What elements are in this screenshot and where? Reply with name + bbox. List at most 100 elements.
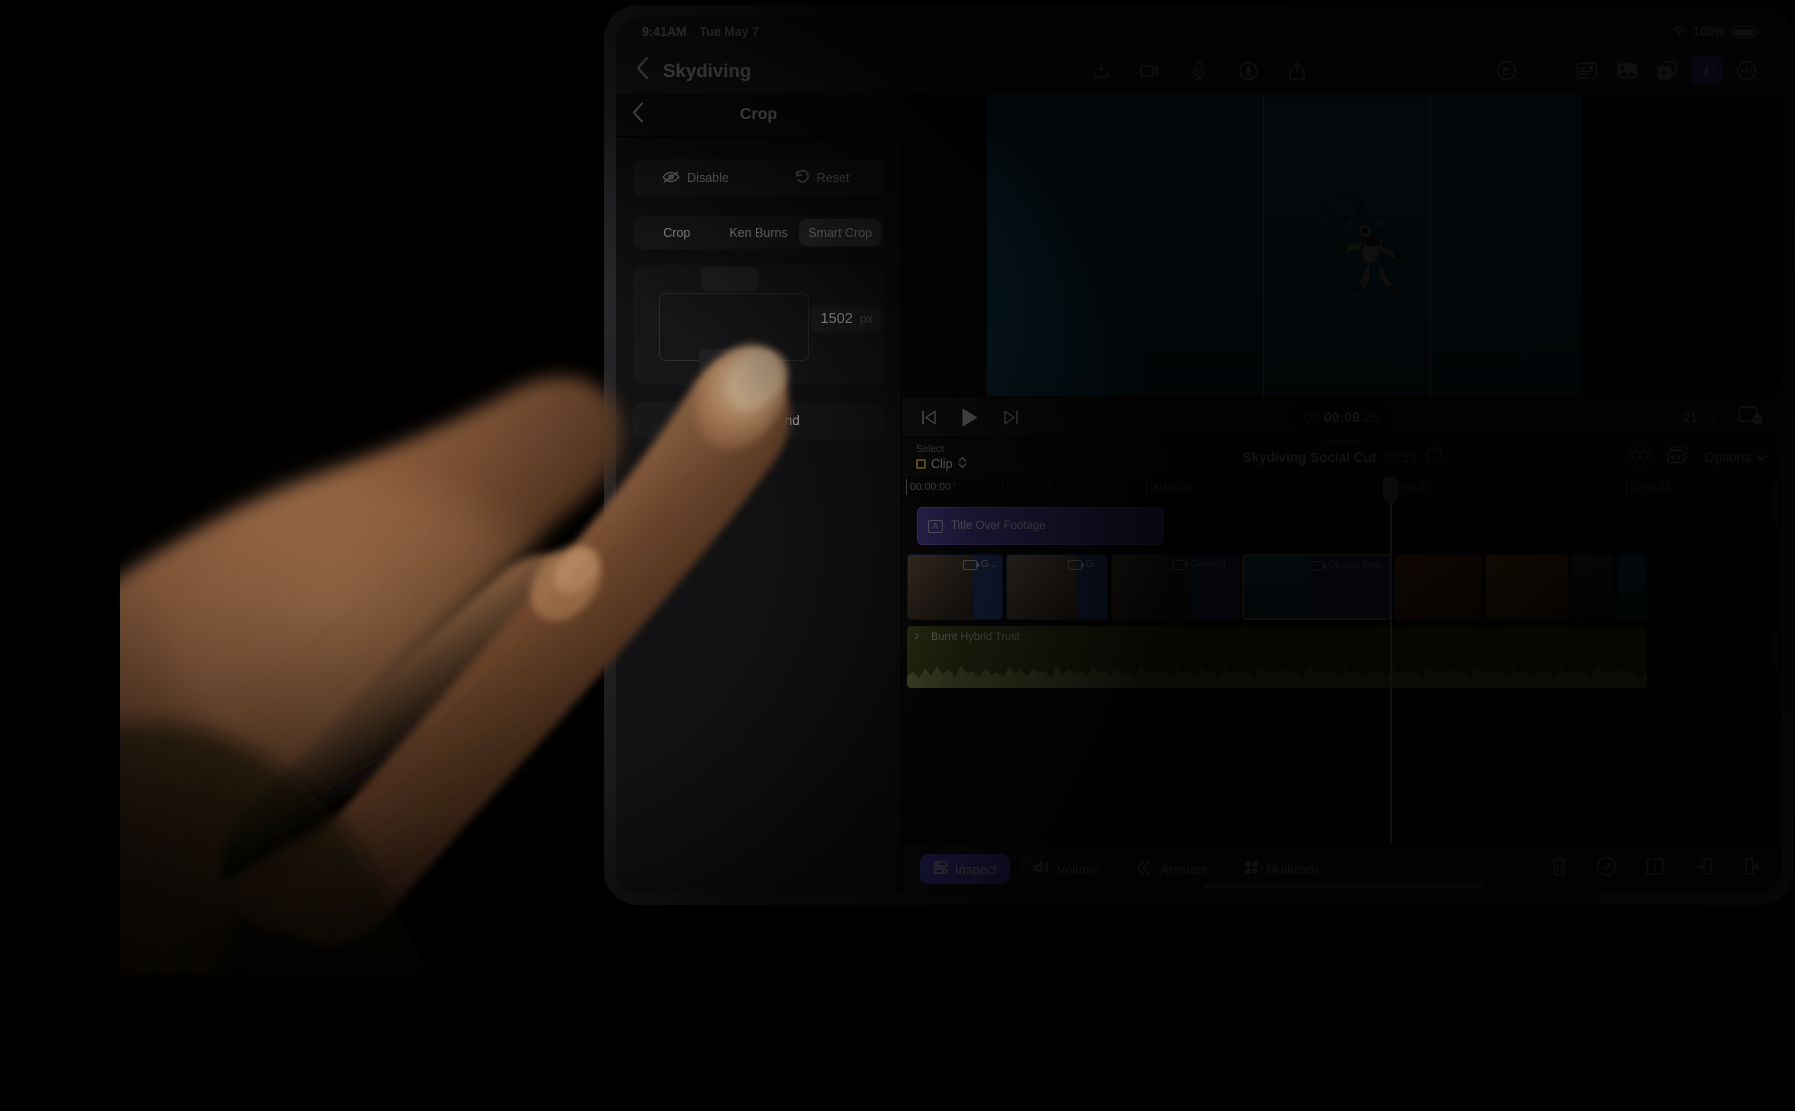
zoom-level-control[interactable]: 21 % xyxy=(1672,405,1726,429)
approve-button[interactable] xyxy=(1596,856,1617,882)
timeline-scrollbar[interactable] xyxy=(1772,483,1779,838)
clip-info-bar: Select Clip Skydiving Social Cut 00:23 O… xyxy=(902,437,1782,477)
page-title: Skydiving xyxy=(663,59,752,81)
crop-mode-segmented-control: Crop Ken Burns Smart Crop xyxy=(633,216,884,249)
timeline-ruler[interactable]: 00:00:00 00:00:05 00:00:10 00:00:15 xyxy=(902,477,1782,498)
inspector-back-icon[interactable] xyxy=(632,102,644,128)
inspector-title: Crop xyxy=(739,106,778,123)
table-row[interactable]: G... xyxy=(907,554,1003,620)
bottom-toolbar-right xyxy=(1550,856,1764,882)
skip-to-start-icon[interactable] xyxy=(920,410,937,425)
timecode-prefix: 00: xyxy=(1304,409,1324,425)
transport-bar: 00:00:09:26 21 % xyxy=(902,396,1782,437)
timecode-suffix: :26 xyxy=(1360,409,1380,425)
crop-inspector-panel: Crop Disable Reset Crop Ken Burns Smart … xyxy=(616,94,902,893)
clip-selection-icon xyxy=(916,458,926,469)
animate-icon xyxy=(1136,860,1153,878)
project-name: Skydiving Social Cut xyxy=(1242,450,1377,465)
video-clip-label-3: Chutes Dep. xyxy=(1310,560,1384,571)
crop-width-field[interactable]: 1502 px xyxy=(810,305,882,332)
status-time: 9:41AM xyxy=(642,25,687,39)
title-clip[interactable]: A Title Over Footage xyxy=(917,507,1164,545)
text-title-icon: A xyxy=(928,519,943,533)
draw-icon[interactable] xyxy=(1233,55,1264,86)
segment-smart-crop[interactable]: Smart Crop xyxy=(799,219,882,246)
table-row[interactable]: Chutes Dep. xyxy=(1242,554,1391,620)
timeline-playhead[interactable] xyxy=(1383,477,1398,844)
video-clip-label-0: G... xyxy=(962,559,997,570)
chevron-left-icon[interactable] xyxy=(636,56,649,84)
preview-frame xyxy=(987,94,1581,396)
reset-button[interactable]: Reset xyxy=(758,159,884,197)
crop-height-field[interactable]: 0 px xyxy=(699,349,771,376)
status-left: 9:41AM Tue May 7 xyxy=(642,25,759,39)
app-body: Crop Disable Reset Crop Ken Burns Smart … xyxy=(616,94,1782,893)
media-library-button[interactable] xyxy=(1611,55,1642,86)
crop-guide-region[interactable] xyxy=(1263,94,1431,396)
panel-grabber[interactable] xyxy=(1324,440,1360,443)
table-row[interactable]: Gearing... xyxy=(1111,554,1240,620)
table-row[interactable] xyxy=(1617,554,1647,620)
table-row[interactable] xyxy=(1394,554,1482,620)
display-options-icon[interactable] xyxy=(1738,405,1764,430)
timecode-bold: 00:09 xyxy=(1323,409,1361,425)
delete-button[interactable] xyxy=(1550,856,1569,882)
crop-width-unit: px xyxy=(859,311,873,326)
more-options-button[interactable] xyxy=(1731,55,1762,86)
app-top-bar: Skydiving xyxy=(616,47,1782,94)
sensor-dot xyxy=(1131,24,1138,31)
ipad-screen: 9:41AM Tue May 7 100% Skydiving Crop Dis… xyxy=(616,17,1782,893)
ruler-label-3: 00:00:15 xyxy=(1630,481,1671,493)
chevron-down-icon xyxy=(1756,450,1768,465)
table-row[interactable] xyxy=(1485,554,1569,620)
volume-button[interactable]: Volume xyxy=(1019,854,1114,884)
app-bar-center-tools xyxy=(1086,55,1313,86)
share-icon[interactable] xyxy=(1282,55,1313,86)
app-bar-right-tools xyxy=(1491,55,1762,86)
magic-enhance-button[interactable] xyxy=(1691,55,1722,86)
disable-button[interactable]: Disable xyxy=(633,159,758,197)
table-row[interactable] xyxy=(1572,554,1614,620)
crop-height-value: 0 xyxy=(733,354,742,371)
play-icon[interactable] xyxy=(961,407,979,428)
inspect-button[interactable]: Inspect xyxy=(920,854,1010,884)
multicam-icon[interactable] xyxy=(1666,445,1690,470)
video-clip-icon xyxy=(1310,560,1328,571)
magic-enhance-icon[interactable] xyxy=(1628,445,1653,470)
animate-button[interactable]: Animate xyxy=(1123,854,1221,884)
inspector-icon xyxy=(933,860,948,878)
video-preview[interactable] xyxy=(902,94,1782,396)
segment-crop[interactable]: Crop xyxy=(636,219,718,246)
effects-button[interactable] xyxy=(1651,55,1682,86)
titles-button[interactable] xyxy=(1571,55,1602,86)
record-audio-icon[interactable] xyxy=(1184,55,1215,86)
redo-button[interactable] xyxy=(1531,55,1562,86)
bottom-toolbar: Inspect Volume Animate Multicam xyxy=(902,844,1782,893)
options-menu[interactable]: Options xyxy=(1704,450,1768,465)
project-info: Skydiving Social Cut 00:23 xyxy=(1243,447,1442,468)
project-duration: 00:23 xyxy=(1385,450,1417,465)
audio-clip[interactable]: ♪ Burnt Hybrid Trust xyxy=(907,626,1647,688)
trim-start-button[interactable] xyxy=(1693,856,1715,882)
select-value-row: Clip xyxy=(916,456,967,472)
skip-to-end-icon[interactable] xyxy=(1003,410,1020,425)
multicam-button[interactable]: Multicam xyxy=(1231,854,1332,884)
zoom-unit: % xyxy=(1704,409,1716,425)
undo-button[interactable] xyxy=(1491,55,1522,86)
inspect-label: Inspect xyxy=(955,861,997,877)
timeline[interactable]: 00:00:00 00:00:05 00:00:10 00:00:15 A Ti… xyxy=(902,477,1782,844)
split-clip-button[interactable] xyxy=(1644,856,1666,882)
transport-right: 21 % xyxy=(1672,405,1764,430)
start-and-end-button[interactable]: Start and End xyxy=(633,402,884,439)
table-row[interactable]: G... xyxy=(1006,554,1108,620)
timecode-display[interactable]: 00:00:09:26 xyxy=(1293,404,1391,430)
trim-end-button[interactable] xyxy=(1742,856,1764,882)
editor-main: 00:00:09:26 21 % Select Clip Skydiving S… xyxy=(902,94,1782,893)
select-control[interactable]: Select Clip xyxy=(916,444,967,472)
video-clip-icon xyxy=(962,559,980,570)
crop-handle-top[interactable] xyxy=(701,267,759,291)
info-circle-icon[interactable] xyxy=(1425,447,1441,468)
record-video-icon[interactable] xyxy=(1135,55,1166,86)
battery-percent: 100% xyxy=(1693,25,1725,39)
import-media-icon[interactable] xyxy=(1086,55,1117,86)
